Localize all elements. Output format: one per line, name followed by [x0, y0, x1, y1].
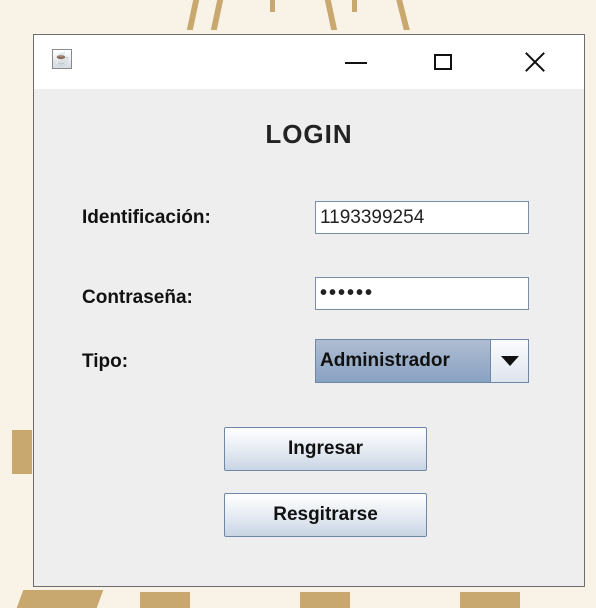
minimize-button[interactable]: [316, 35, 396, 89]
java-coffee-icon[interactable]: ☕: [52, 49, 72, 69]
login-window: ☕ LOGIN Identificación: Contraseña: Tipo…: [33, 34, 585, 587]
dropdown-button[interactable]: [491, 339, 529, 383]
tipo-selected-value[interactable]: Administrador: [315, 339, 491, 383]
minimize-icon: [345, 62, 367, 64]
chevron-down-icon: [500, 356, 519, 366]
contrasena-label: Contraseña:: [82, 287, 193, 308]
title-bar[interactable]: ☕: [34, 35, 584, 89]
login-title: LOGIN: [265, 119, 353, 149]
identificacion-label: Identificación:: [82, 207, 211, 228]
tipo-select[interactable]: Administrador: [315, 339, 529, 383]
contrasena-input[interactable]: [315, 277, 529, 310]
ingresar-button[interactable]: Ingresar: [224, 427, 427, 471]
tipo-label: Tipo:: [82, 351, 129, 372]
maximize-button[interactable]: [403, 35, 483, 89]
registrarse-button[interactable]: Resgitrarse: [224, 493, 427, 537]
identificacion-input[interactable]: [315, 201, 529, 234]
close-icon: [524, 51, 546, 73]
close-button[interactable]: [495, 35, 575, 89]
maximize-icon: [434, 54, 452, 70]
